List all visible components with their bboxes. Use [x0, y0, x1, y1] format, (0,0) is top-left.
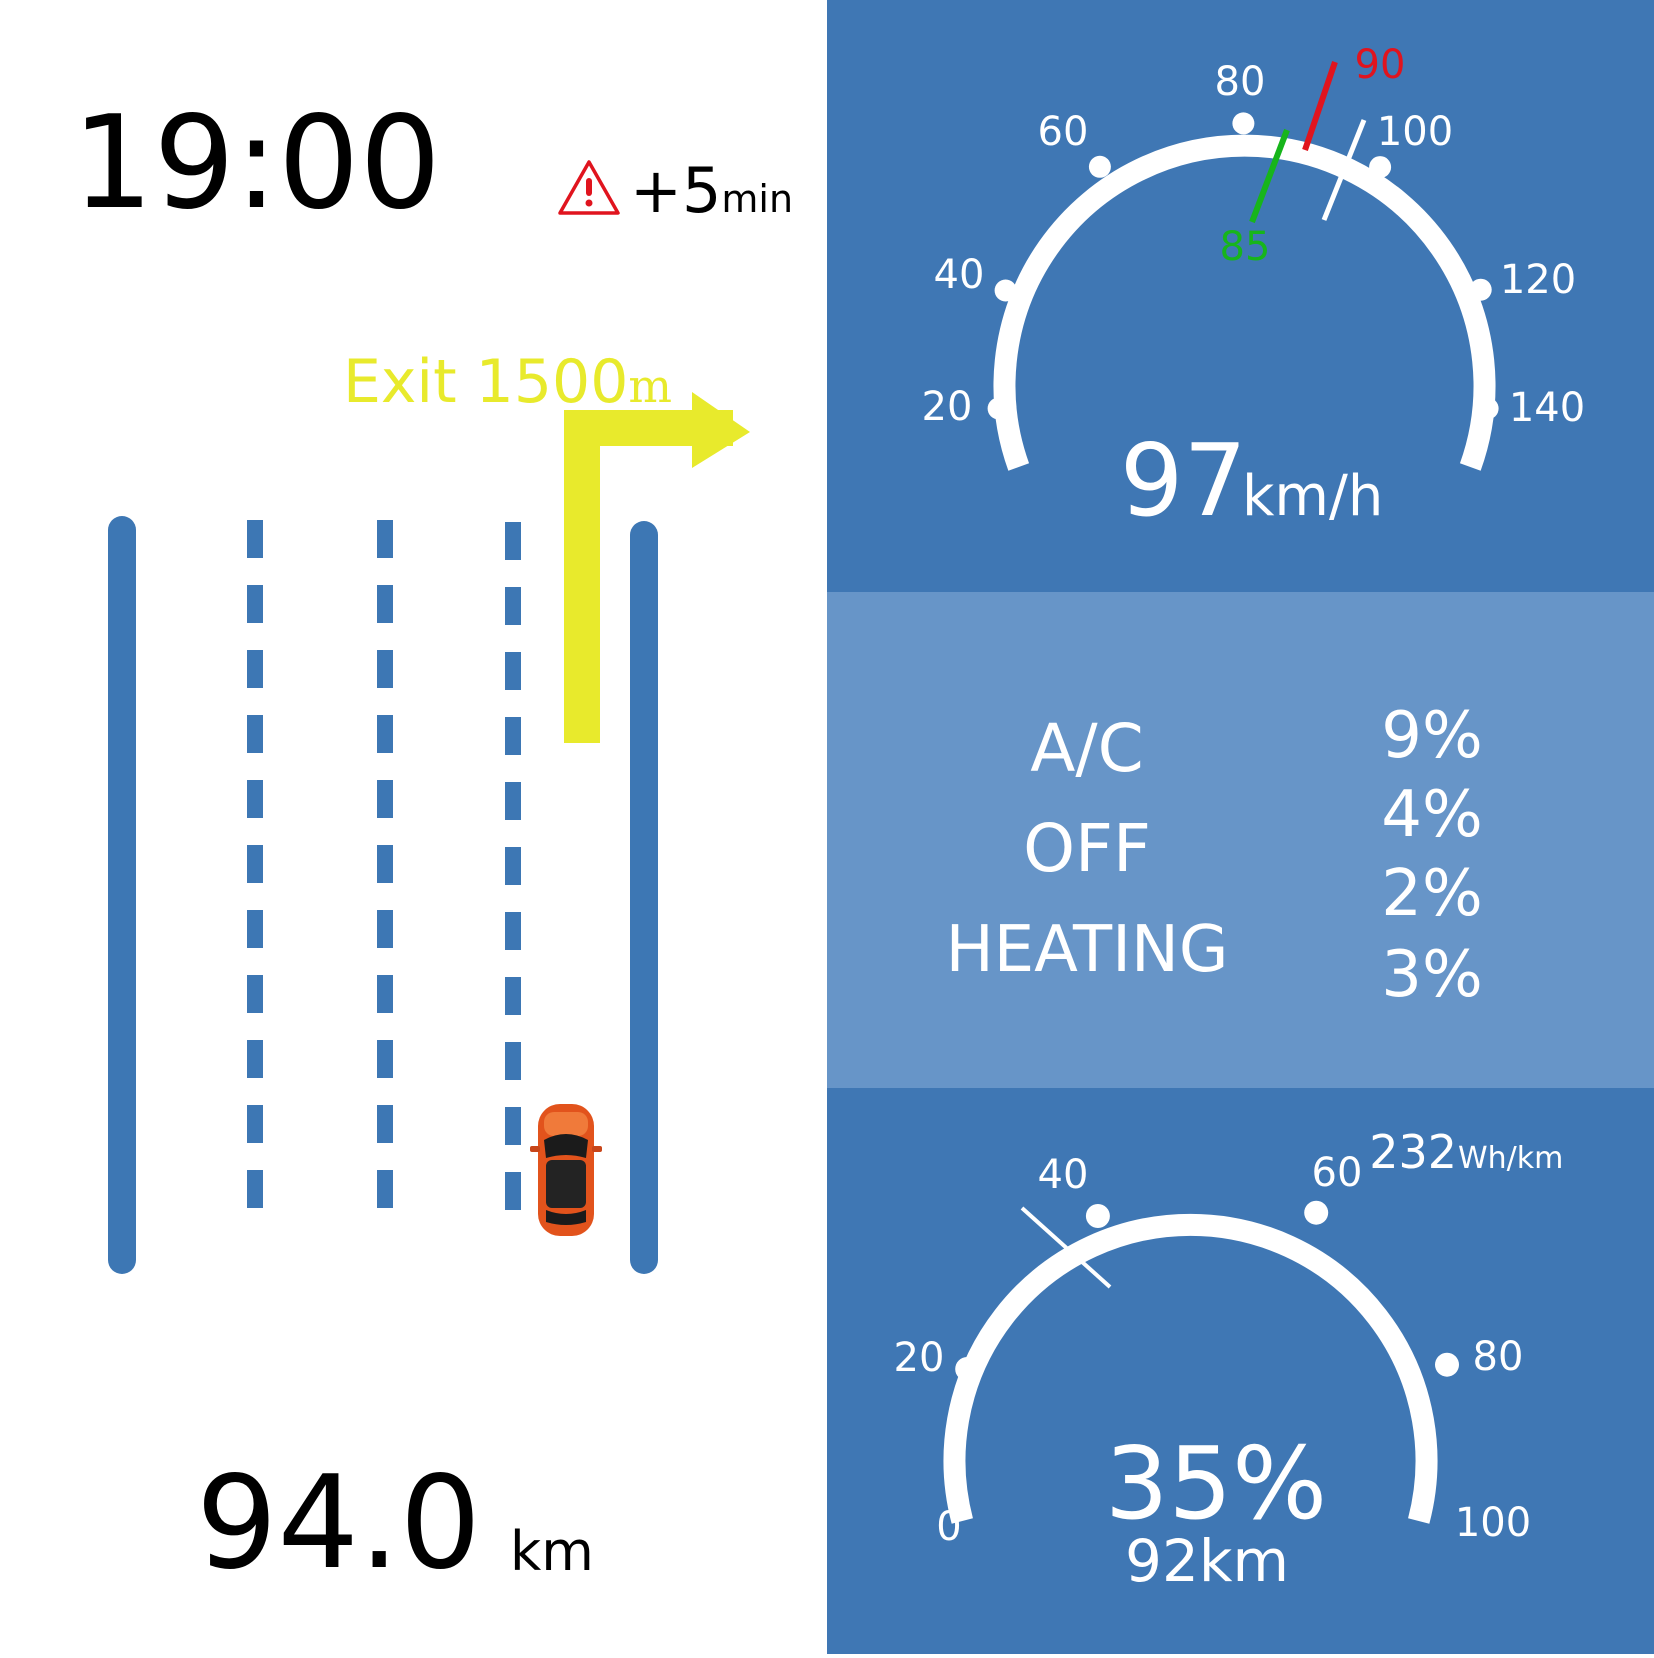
battery-tick-label: 20 [894, 1335, 945, 1381]
speed-tick-label: 120 [1500, 257, 1576, 303]
consumption-value: 232 [1369, 1125, 1457, 1179]
speed-tick-dot [1232, 112, 1255, 135]
battery-tick-dot [1085, 1204, 1110, 1228]
speed-value: 97 [1120, 422, 1247, 539]
speed-arc [993, 134, 1496, 471]
speed-unit: km/h [1242, 464, 1383, 529]
speedometer-gauge: 20 40 60 80 100 120 140 85 90 97 km/h [922, 42, 1586, 539]
battery-charge-value: 35% [1105, 1425, 1327, 1542]
speed-tick-dot [1088, 155, 1111, 178]
climate-panel: A/C OFF HEATING 9% 4% 2% 3% [827, 592, 1654, 1386]
battery-panel: 0 20 40 60 80 100 232 Wh/km 35% 92km [827, 1088, 1654, 1654]
battery-tick-label: 40 [1038, 1152, 1089, 1198]
climate-mode-heating[interactable]: HEATING [827, 918, 1347, 982]
battery-tick-label: 60 [1312, 1150, 1363, 1196]
target-speed-high-label: 90 [1355, 42, 1406, 88]
speed-tick-dot [994, 279, 1017, 302]
speedometer-panel: 20 40 60 80 100 120 140 85 90 97 km/h [827, 0, 1654, 592]
climate-mode-ac[interactable]: A/C [827, 716, 1347, 782]
battery-tick-label: 100 [1455, 1500, 1531, 1546]
speed-tick-label: 20 [922, 384, 973, 430]
speed-tick-label: 80 [1215, 59, 1266, 105]
distance-unit: km [510, 1520, 594, 1583]
warning-triangle-icon [558, 160, 620, 215]
arrow-head-icon [692, 392, 750, 468]
delay-indicator: +5min [630, 160, 793, 222]
climate-percent-4: 3% [1381, 938, 1483, 1012]
navigation-panel: 19:00 +5min Exit 1500m 94.0 km [0, 0, 827, 1654]
instrument-panel: 20 40 60 80 100 120 140 85 90 97 km/h A/… [827, 0, 1654, 1654]
speed-tick-dot [987, 397, 1010, 420]
delay-value: +5 [630, 154, 722, 227]
climate-mode-off[interactable]: OFF [827, 816, 1347, 882]
speed-tick-dot [1476, 397, 1499, 420]
battery-tick-label: 80 [1473, 1334, 1524, 1380]
distance-value: 94.0 [196, 1449, 481, 1598]
speed-tick-label: 40 [934, 252, 985, 298]
battery-tick-dot [1435, 1352, 1459, 1377]
speed-tick-dot [1369, 156, 1392, 179]
speed-tick-label: 140 [1509, 385, 1585, 431]
battery-tick-label: 0 [936, 1504, 961, 1550]
speed-tick-dot [1469, 278, 1492, 301]
target-speed-high-marker [1302, 61, 1338, 151]
clock: 19:00 [72, 89, 441, 238]
delay-unit: min [721, 177, 794, 221]
lane-diagram [108, 392, 750, 1274]
battery-tick-dot [1304, 1200, 1329, 1225]
battery-gauge: 0 20 40 60 80 100 232 Wh/km 35% 92km [894, 1125, 1564, 1595]
climate-percent-3: 2% [1381, 857, 1483, 931]
target-speed-low-label: 85 [1220, 224, 1271, 270]
car-icon [530, 1104, 602, 1236]
climate-percent-2: 4% [1381, 778, 1483, 852]
speed-tick-label: 60 [1038, 109, 1089, 155]
battery-tick-dot [955, 1357, 980, 1381]
consumption-unit: Wh/km [1458, 1141, 1563, 1176]
climate-percent-1: 9% [1381, 699, 1483, 773]
battery-range-value: 92km [1125, 1527, 1289, 1595]
speed-tick-label: 100 [1377, 109, 1453, 155]
